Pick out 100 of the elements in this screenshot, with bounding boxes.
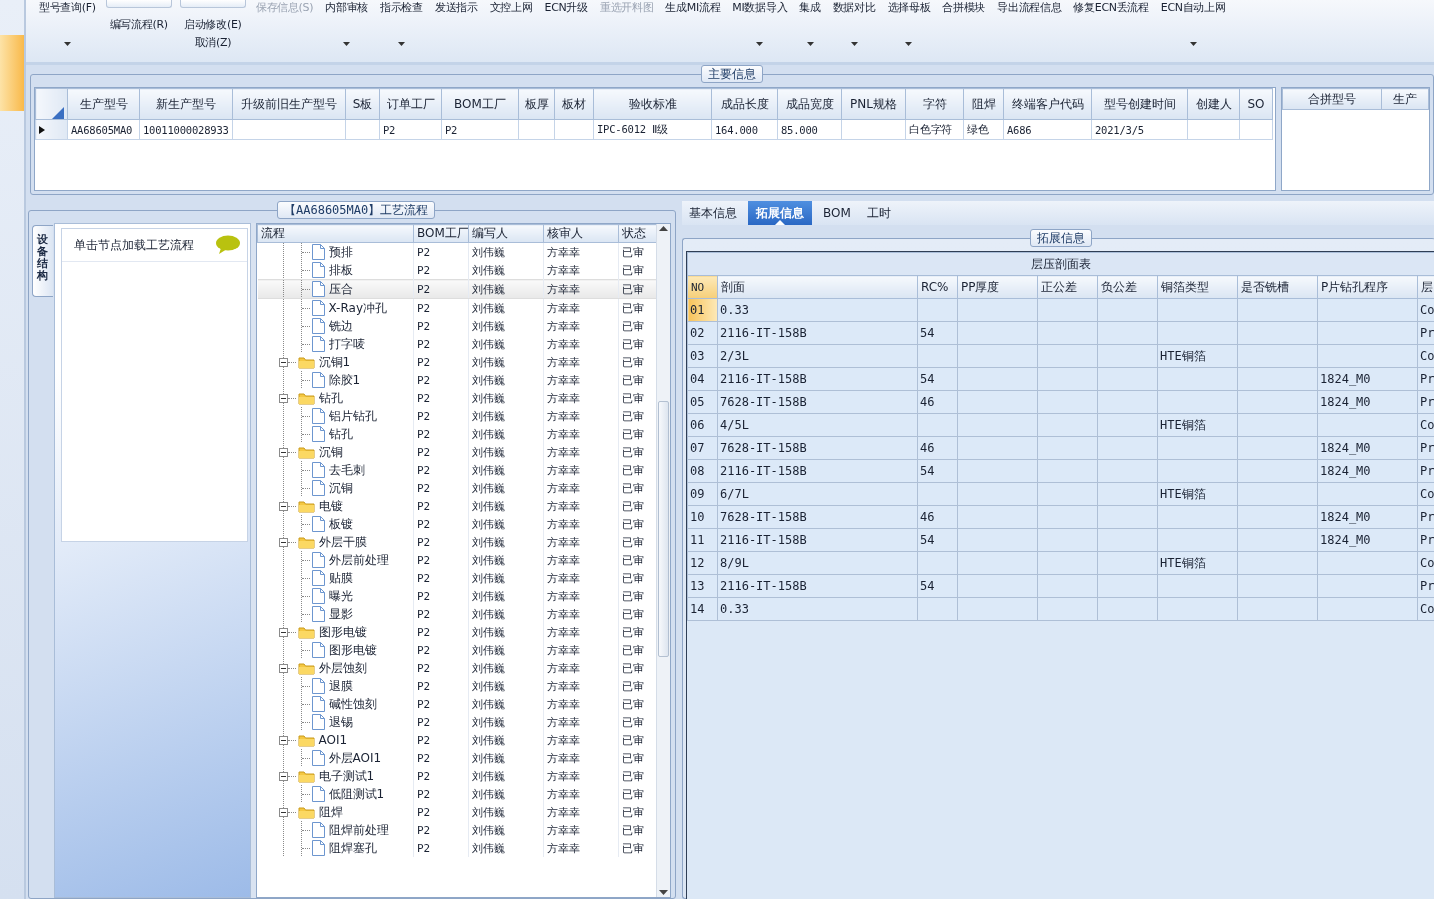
column-header[interactable]: 创建人: [1187, 88, 1240, 120]
collapse-icon[interactable]: [278, 357, 288, 367]
toolbar-button[interactable]: 修复ECN丢流程: [1071, 0, 1151, 15]
tree-row[interactable]: 钻孔 P2 刘伟巍 方幸幸 已审: [257, 425, 656, 443]
tab[interactable]: 拓展信息: [748, 201, 812, 225]
column-header[interactable]: 终端客户代码: [1003, 88, 1092, 120]
side-tab[interactable]: 设备结构: [32, 225, 53, 298]
column-header[interactable]: S板: [345, 88, 380, 120]
toolbar-button[interactable]: 生成MI流程: [663, 0, 723, 15]
column-header[interactable]: 剖面: [717, 275, 918, 299]
column-header[interactable]: 状态: [618, 224, 656, 243]
toolbar-button[interactable]: 编写流程(R): [107, 17, 170, 32]
scroll-down-icon[interactable]: [659, 890, 668, 895]
column-header[interactable]: 流程: [257, 224, 414, 243]
tree-row[interactable]: 贴膜 P2 刘伟巍 方幸幸 已审: [257, 569, 656, 587]
column-header[interactable]: 升级前旧生产型号: [232, 88, 346, 120]
tree-row[interactable]: 沉铜 P2 刘伟巍 方幸幸 已审: [257, 443, 656, 461]
column-header[interactable]: 生产型号: [67, 88, 140, 120]
collapse-icon[interactable]: [278, 663, 288, 673]
collapse-icon[interactable]: [278, 627, 288, 637]
tree-row[interactable]: 铝片钻孔 P2 刘伟巍 方幸幸 已审: [257, 407, 656, 425]
collapse-icon[interactable]: [278, 807, 288, 817]
toolbar-button[interactable]: 数据对比: [830, 0, 878, 15]
column-header[interactable]: 成品长度: [711, 88, 778, 120]
column-header[interactable]: SO: [1239, 88, 1273, 120]
toolbar-button[interactable]: 型号查询(F): [37, 0, 98, 15]
tree-row[interactable]: 外层AOI1 P2 刘伟巍 方幸幸 已审: [257, 749, 656, 767]
column-header[interactable]: 阻焊: [963, 88, 1004, 120]
column-header[interactable]: BOM工厂: [413, 224, 469, 243]
toolbar-button[interactable]: 内部审核: [323, 0, 371, 15]
column-header[interactable]: NO: [687, 275, 718, 299]
tree-row[interactable]: 退锡 P2 刘伟巍 方幸幸 已审: [257, 713, 656, 731]
tree-row[interactable]: 打字唛 P2 刘伟巍 方幸幸 已审: [257, 335, 656, 353]
toolbar-button[interactable]: 选择母板: [885, 0, 933, 15]
column-header[interactable]: 板材: [554, 88, 594, 120]
tree-row[interactable]: 电子测试1 P2 刘伟巍 方幸幸 已审: [257, 767, 656, 785]
column-header[interactable]: PNL规格: [841, 88, 906, 120]
toolbar-button[interactable]: 指示检查: [378, 0, 425, 15]
tree-row[interactable]: 外层干膜 P2 刘伟巍 方幸幸 已审: [257, 533, 656, 551]
scroll-thumb[interactable]: [658, 401, 669, 657]
folder-icon: [297, 625, 315, 639]
vertical-scrollbar[interactable]: [656, 224, 670, 897]
column-header[interactable]: 字符: [905, 88, 964, 120]
tree-row[interactable]: 铣边 P2 刘伟巍 方幸幸 已审: [257, 317, 656, 335]
collapse-icon[interactable]: [278, 501, 288, 511]
toolbar-button[interactable]: 集成: [797, 0, 823, 15]
tree-row[interactable]: AOI1 P2 刘伟巍 方幸幸 已审: [257, 731, 656, 749]
tree-row[interactable]: 碱性蚀刻 P2 刘伟巍 方幸幸 已审: [257, 695, 656, 713]
tree-row[interactable]: 图形电镀 P2 刘伟巍 方幸幸 已审: [257, 641, 656, 659]
tree-row[interactable]: 退膜 P2 刘伟巍 方幸幸 已审: [257, 677, 656, 695]
toolbar-button[interactable]: 发送指示: [432, 0, 480, 15]
toolbar-button[interactable]: 导出流程信息: [995, 0, 1064, 15]
tree-row[interactable]: 除胶1 P2 刘伟巍 方幸幸 已审: [257, 371, 656, 389]
column-header[interactable]: 成品宽度: [777, 88, 842, 120]
column-header[interactable]: 新生产型号: [139, 88, 233, 120]
column-header[interactable]: 合拼型号: [1282, 88, 1382, 110]
column-header[interactable]: 板厚: [518, 88, 555, 120]
tree-row[interactable]: 曝光 P2 刘伟巍 方幸幸 已审: [257, 587, 656, 605]
column-header[interactable]: 型号创建时间: [1091, 88, 1188, 120]
toolbar-button[interactable]: 取消(Z): [192, 35, 234, 50]
toolbar-button[interactable]: 启动修改(E): [182, 17, 244, 32]
tab[interactable]: 工时: [861, 201, 896, 225]
tree-row[interactable]: 电镀 P2 刘伟巍 方幸幸 已审: [257, 497, 656, 515]
tree-row[interactable]: 阻焊 P2 刘伟巍 方幸幸 已审: [257, 803, 656, 821]
column-header[interactable]: 生产: [1381, 88, 1429, 110]
collapse-icon[interactable]: [278, 393, 288, 403]
tree-row[interactable]: 外层蚀刻 P2 刘伟巍 方幸幸 已审: [257, 659, 656, 677]
tree-row[interactable]: 显影 P2 刘伟巍 方幸幸 已审: [257, 605, 656, 623]
tree-row[interactable]: 图形电镀 P2 刘伟巍 方幸幸 已审: [257, 623, 656, 641]
toolbar-button[interactable]: ECN自动上网: [1158, 0, 1228, 15]
column-header[interactable]: 编写人: [468, 224, 544, 243]
column-header[interactable]: 订单工厂: [379, 88, 442, 120]
tree-row[interactable]: X-Ray冲孔 P2 刘伟巍 方幸幸 已审: [257, 298, 656, 317]
tree-row[interactable]: 沉铜1 P2 刘伟巍 方幸幸 已审: [257, 353, 656, 371]
toolbar-button[interactable]: MI数据导入: [730, 0, 790, 15]
column-header[interactable]: 验收标准: [593, 88, 712, 120]
column-header[interactable]: BOM工厂: [441, 88, 519, 120]
collapse-icon[interactable]: [278, 771, 288, 781]
tree-row[interactable]: 去毛刺 P2 刘伟巍 方幸幸 已审: [257, 461, 656, 479]
toolbar-button[interactable]: ECN升级: [542, 0, 590, 15]
tree-row[interactable]: 沉铜 P2 刘伟巍 方幸幸 已审: [257, 479, 656, 497]
tree-row[interactable]: 板镀 P2 刘伟巍 方幸幸 已审: [257, 515, 656, 533]
collapse-icon[interactable]: [278, 447, 288, 457]
collapse-icon[interactable]: [278, 735, 288, 745]
column-header[interactable]: 核审人: [543, 224, 619, 243]
toolbar-button[interactable]: 文控上网: [487, 0, 535, 15]
tree-row[interactable]: 钻孔 P2 刘伟巍 方幸幸 已审: [257, 389, 656, 407]
tree-row[interactable]: 阻焊前处理 P2 刘伟巍 方幸幸 已审: [257, 821, 656, 839]
node-label: 去毛刺: [328, 461, 365, 479]
tree-row[interactable]: 外层前处理 P2 刘伟巍 方幸幸 已审: [257, 551, 656, 569]
tree-row[interactable]: 低阻测试1 P2 刘伟巍 方幸幸 已审: [257, 785, 656, 803]
scroll-up-icon[interactable]: [659, 226, 668, 231]
tab[interactable]: BOM: [818, 201, 856, 225]
tab[interactable]: 基本信息: [684, 201, 742, 225]
panel-title: 【AA68605MA0】工艺流程: [277, 201, 436, 219]
tree-row[interactable]: 预排 P2 刘伟巍 方幸幸 已审: [257, 242, 656, 261]
tree-row[interactable]: 压合 P2 刘伟巍 方幸幸 已审: [257, 279, 656, 299]
collapse-icon[interactable]: [278, 537, 288, 547]
tree-row[interactable]: 阻焊塞孔 P2 刘伟巍 方幸幸 已审: [257, 839, 656, 857]
toolbar-button[interactable]: 合拼模块: [940, 0, 988, 15]
